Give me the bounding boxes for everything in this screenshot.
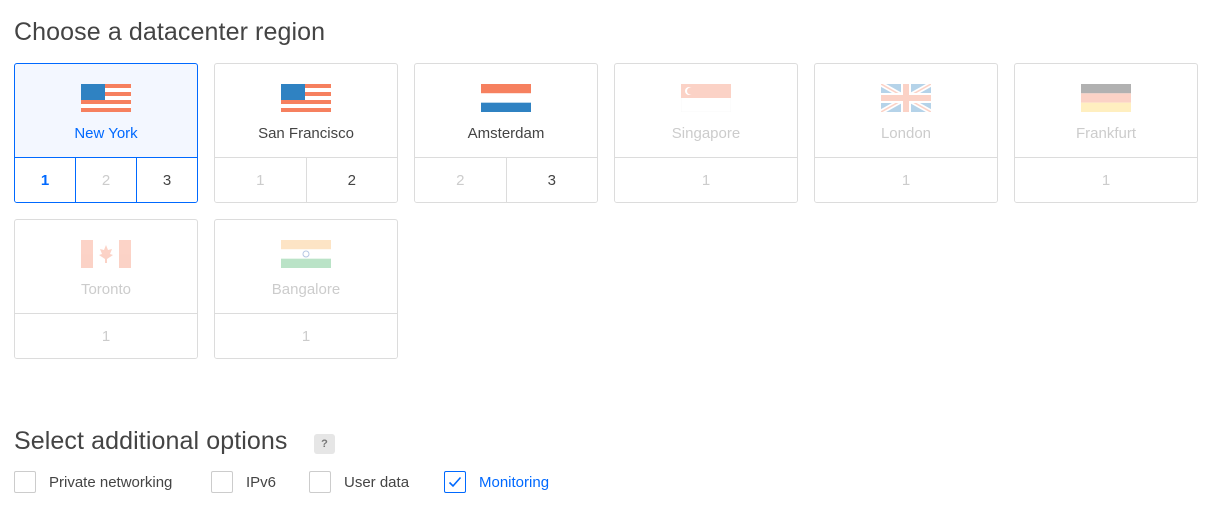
region-city-label: London bbox=[880, 125, 932, 142]
datacenter-option[interactable]: 1 bbox=[215, 314, 397, 358]
datacenter-option[interactable]: 2 bbox=[415, 158, 506, 202]
uk-flag-icon bbox=[881, 84, 931, 112]
option-monitoring[interactable]: Monitoring bbox=[444, 470, 549, 494]
option-label: IPv6 bbox=[246, 473, 277, 491]
region-city-label: Singapore bbox=[671, 125, 741, 142]
region-city-label: Bangalore bbox=[271, 281, 341, 298]
datacenter-option[interactable]: 1 bbox=[15, 314, 197, 358]
region-card-new-york[interactable]: New York 1 2 3 bbox=[14, 63, 198, 203]
checkbox[interactable] bbox=[211, 471, 233, 493]
region-card-singapore[interactable]: Singapore 1 bbox=[614, 63, 798, 203]
option-label: User data bbox=[344, 473, 410, 491]
region-city-label: Amsterdam bbox=[467, 125, 545, 142]
region-card-toronto[interactable]: Toronto 1 bbox=[14, 219, 198, 359]
ca-flag-icon bbox=[81, 240, 131, 268]
region-card-london[interactable]: London 1 bbox=[814, 63, 998, 203]
region-card-bangalore[interactable]: Bangalore 1 bbox=[214, 219, 398, 359]
help-icon[interactable]: ? bbox=[314, 434, 335, 454]
region-card-san-francisco[interactable]: San Francisco 1 2 bbox=[214, 63, 398, 203]
option-private-networking[interactable]: Private networking bbox=[14, 470, 172, 494]
datacenter-option[interactable]: 1 bbox=[615, 158, 797, 202]
region-city-label: Frankfurt bbox=[1075, 125, 1136, 142]
options-heading: Select additional options bbox=[14, 427, 288, 455]
in-flag-icon bbox=[281, 240, 331, 268]
option-label: Monitoring bbox=[479, 473, 550, 491]
region-city-label: New York bbox=[74, 125, 138, 142]
datacenter-option[interactable]: 2 bbox=[75, 158, 136, 202]
datacenter-option[interactable]: 3 bbox=[505, 158, 598, 202]
sg-flag-icon bbox=[681, 84, 731, 112]
option-label: Private networking bbox=[49, 473, 173, 491]
us-flag-icon bbox=[281, 84, 331, 112]
region-city-label: San Francisco bbox=[258, 125, 354, 142]
datacenter-option[interactable]: 3 bbox=[136, 158, 197, 202]
region-heading: Choose a datacenter region bbox=[14, 18, 326, 46]
nl-flag-icon bbox=[481, 84, 531, 112]
region-city-label: Toronto bbox=[80, 281, 132, 298]
checkbox[interactable] bbox=[14, 471, 36, 493]
datacenter-option[interactable]: 1 bbox=[815, 158, 997, 202]
de-flag-icon bbox=[1081, 84, 1131, 112]
us-flag-icon bbox=[81, 84, 131, 112]
option-user-data[interactable]: User data bbox=[309, 470, 409, 494]
checkbox[interactable] bbox=[444, 471, 466, 493]
region-card-amsterdam[interactable]: Amsterdam 2 3 bbox=[414, 63, 598, 203]
checkbox[interactable] bbox=[309, 471, 331, 493]
datacenter-option[interactable]: 1 bbox=[15, 158, 75, 202]
option-ipv6[interactable]: IPv6 bbox=[211, 470, 276, 494]
datacenter-option[interactable]: 1 bbox=[215, 158, 306, 202]
region-card-frankfurt[interactable]: Frankfurt 1 bbox=[1014, 63, 1198, 203]
checkmark-icon bbox=[448, 476, 462, 488]
datacenter-option[interactable]: 1 bbox=[1015, 158, 1197, 202]
datacenter-option[interactable]: 2 bbox=[305, 158, 398, 202]
